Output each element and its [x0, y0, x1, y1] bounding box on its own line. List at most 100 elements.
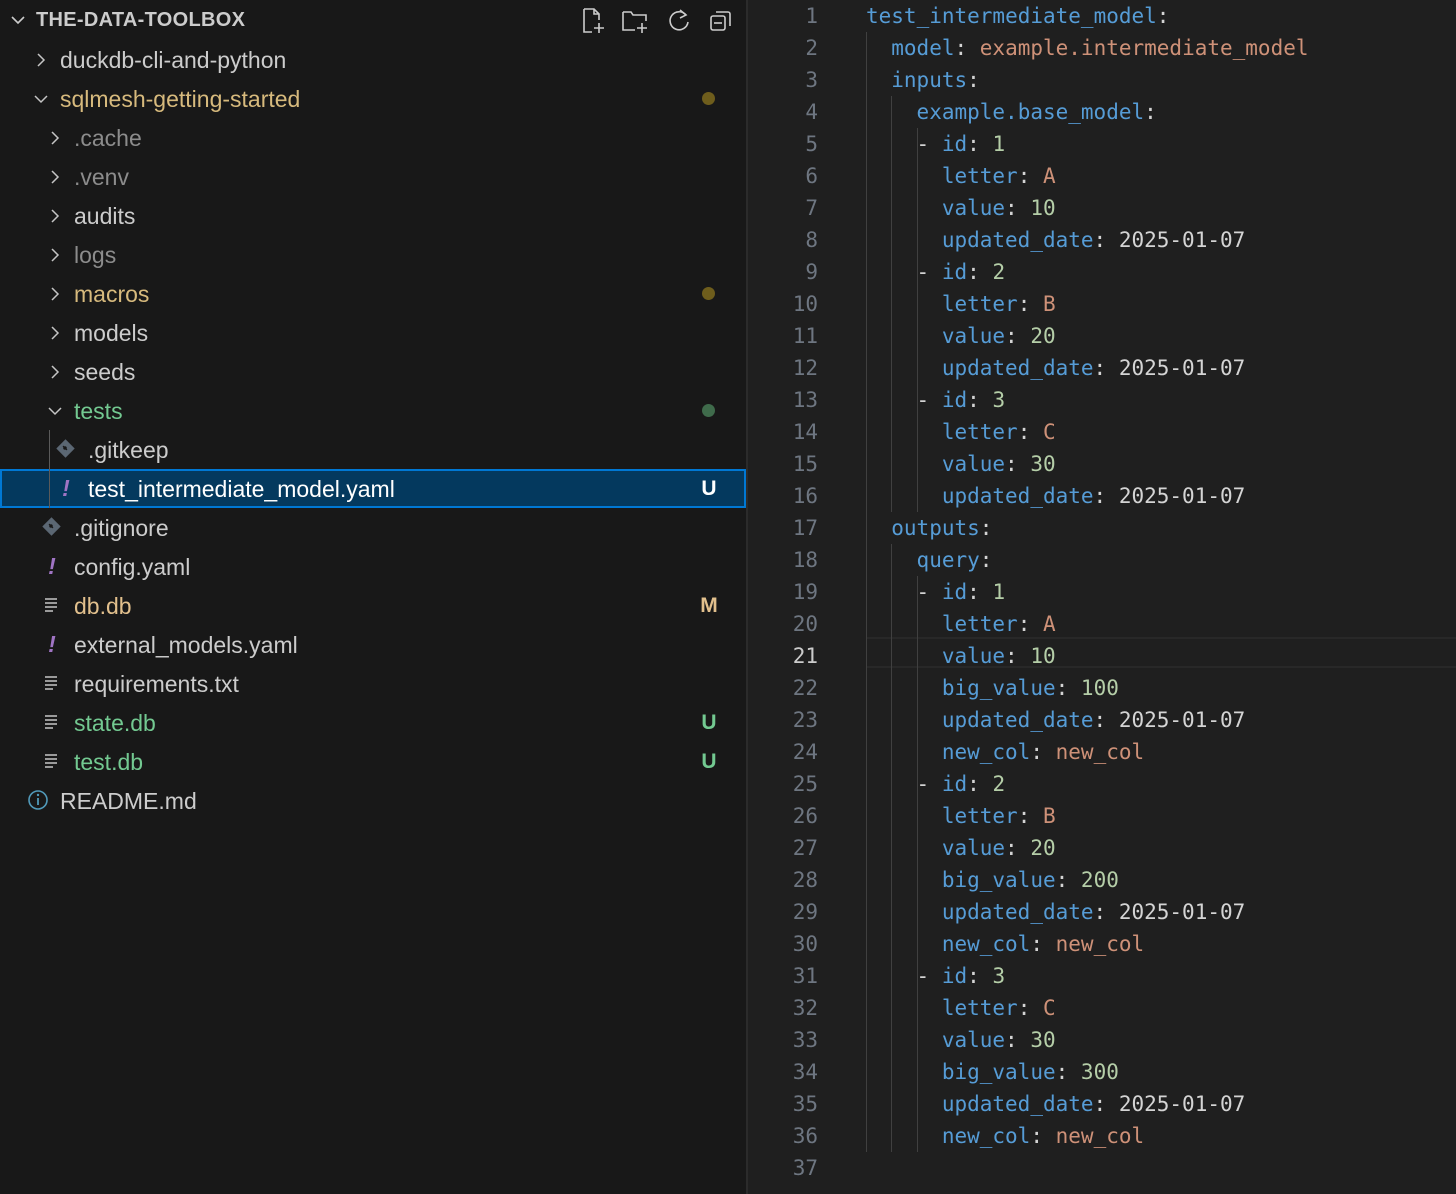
code-line[interactable]: letter: A [942, 608, 1056, 640]
code-line[interactable]: value: 10 [942, 192, 1056, 224]
tree-folder[interactable]: macros [0, 274, 746, 313]
code-line[interactable]: updated_date: 2025-01-07 [942, 704, 1245, 736]
code-line[interactable]: - id: 2 [917, 256, 1006, 288]
chevron-right-icon[interactable] [48, 287, 62, 301]
tree-file[interactable]: .gitignore [0, 508, 746, 547]
code-token: : [1055, 1060, 1081, 1084]
tree-folder[interactable]: logs [0, 235, 746, 274]
code-line[interactable]: big_value: 200 [942, 864, 1119, 896]
line-number: 24 [792, 740, 818, 764]
chevron-right-icon[interactable] [48, 131, 62, 145]
code-line[interactable]: big_value: 300 [942, 1056, 1119, 1088]
code-line[interactable]: updated_date: 2025-01-07 [942, 480, 1245, 512]
code-line[interactable]: query: [917, 544, 993, 576]
tree-file[interactable]: ! config.yaml [0, 547, 746, 586]
code-line[interactable]: - id: 1 [917, 128, 1006, 160]
code-line[interactable]: inputs: [891, 64, 980, 96]
line-number: 21 [792, 644, 818, 668]
code-line[interactable]: letter: C [942, 992, 1056, 1024]
code-line[interactable]: updated_date: 2025-01-07 [942, 1088, 1245, 1120]
new-file-icon[interactable] [578, 6, 608, 36]
code-line[interactable]: example.base_model: [917, 96, 1157, 128]
tree-folder[interactable]: tests [0, 391, 746, 430]
tree-file[interactable]: ! test_intermediate_model.yaml U [0, 469, 746, 508]
new-folder-icon[interactable] [620, 6, 650, 36]
chevron-down-icon[interactable] [10, 12, 26, 28]
line-number: 26 [792, 804, 818, 828]
code-line[interactable]: - id: 1 [917, 576, 1006, 608]
chevron-right-icon[interactable] [48, 209, 62, 223]
chevron-right-icon[interactable] [48, 365, 62, 379]
code-line[interactable]: value: 30 [942, 1024, 1056, 1056]
code-line[interactable]: value: 10 [942, 640, 1056, 672]
tree-folder[interactable]: sqlmesh-getting-started [0, 79, 746, 118]
code-token: : [1017, 612, 1043, 636]
tree-file[interactable]: state.db U [0, 703, 746, 742]
code-line[interactable]: value: 20 [942, 320, 1056, 352]
code-token: 2025-01-07 [1118, 484, 1246, 508]
collapse-all-icon[interactable] [706, 6, 736, 36]
tree-item-label: test_intermediate_model.yaml [88, 476, 395, 502]
line-number: 18 [792, 548, 818, 572]
code-token: : [967, 260, 993, 284]
code-line[interactable]: model: example.intermediate_model [891, 32, 1308, 64]
line-number: 4 [805, 100, 818, 124]
code-line[interactable]: letter: A [942, 160, 1056, 192]
code-token: : [1017, 420, 1043, 444]
chevron-down-icon[interactable] [48, 404, 62, 418]
tree-file[interactable]: .gitkeep [0, 430, 746, 469]
code-line[interactable]: outputs: [891, 512, 992, 544]
code-token: : [1030, 740, 1056, 764]
line-number: 9 [805, 260, 818, 284]
code-line[interactable]: value: 30 [942, 448, 1056, 480]
code-line[interactable]: - id: 3 [917, 384, 1006, 416]
code-line[interactable]: - id: 2 [917, 768, 1006, 800]
code-line[interactable]: letter: B [942, 288, 1056, 320]
tree-folder[interactable]: seeds [0, 352, 746, 391]
code-line[interactable]: new_col: new_col [942, 736, 1144, 768]
code-token: example.intermediate_model [979, 36, 1309, 60]
code-token: 20 [1030, 324, 1056, 348]
code-line[interactable]: value: 20 [942, 832, 1056, 864]
code-token: updated_date [941, 1092, 1094, 1116]
code-token: updated_date [941, 228, 1094, 252]
chevron-right-icon[interactable] [34, 53, 48, 67]
tree-folder[interactable]: .venv [0, 157, 746, 196]
code-line[interactable]: updated_date: 2025-01-07 [942, 224, 1245, 256]
code-line[interactable]: updated_date: 2025-01-07 [942, 896, 1245, 928]
tree-folder[interactable]: .cache [0, 118, 746, 157]
chevron-right-icon[interactable] [48, 248, 62, 262]
tree-folder[interactable]: duckdb-cli-and-python [0, 40, 746, 79]
explorer-header[interactable]: THE-DATA-TOOLBOX [0, 0, 746, 40]
line-number: 1 [805, 4, 818, 28]
tree-file[interactable]: README.md [0, 781, 746, 820]
code-line[interactable]: test_intermediate_model: [866, 0, 1169, 32]
line-number: 37 [792, 1156, 818, 1180]
code-line[interactable]: - id: 3 [917, 960, 1006, 992]
code-line[interactable]: new_col: new_col [942, 928, 1144, 960]
code-token: 1 [992, 580, 1006, 604]
code-token: : [1093, 1092, 1119, 1116]
code-line[interactable]: updated_date: 2025-01-07 [942, 352, 1245, 384]
tree-file[interactable]: requirements.txt [0, 664, 746, 703]
chevron-right-icon[interactable] [48, 170, 62, 184]
code-line[interactable]: letter: C [942, 416, 1056, 448]
code-token: : [967, 132, 993, 156]
code-line[interactable]: big_value: 100 [942, 672, 1119, 704]
chevron-right-icon[interactable] [48, 326, 62, 340]
code-token: C [1042, 996, 1056, 1020]
refresh-icon[interactable] [664, 6, 694, 36]
tree-folder[interactable]: models [0, 313, 746, 352]
code-token: A [1042, 612, 1056, 636]
code-editor[interactable]: 1 2 3 4 5 6 7 8 9 10 11 12 13 14 15 16 17 18 19 20 21 22 23 24 2… [748, 0, 1456, 1194]
tree-file[interactable]: ! external_models.yaml [0, 625, 746, 664]
chevron-down-icon[interactable] [34, 92, 48, 106]
code-line[interactable]: letter: B [942, 800, 1056, 832]
tree-item-label: sqlmesh-getting-started [60, 86, 301, 112]
code-line[interactable]: new_col: new_col [942, 1120, 1144, 1152]
tree-file[interactable]: test.db U [0, 742, 746, 781]
tree-folder[interactable]: audits [0, 196, 746, 235]
tree-file[interactable]: db.db M [0, 586, 746, 625]
code-token: : [1005, 1028, 1031, 1052]
indent-guide [866, 32, 867, 1152]
